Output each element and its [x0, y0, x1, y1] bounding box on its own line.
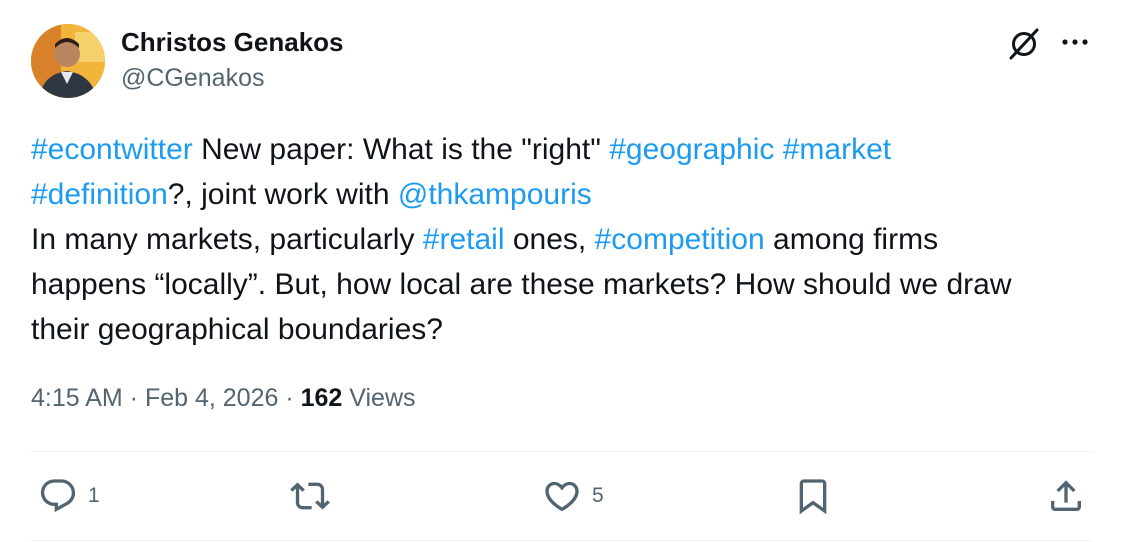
- heart-icon: [545, 481, 579, 512]
- hashtag-geographic[interactable]: #geographic: [609, 133, 774, 166]
- retweet-icon: [290, 482, 330, 510]
- more-icon[interactable]: [1058, 28, 1092, 58]
- hashtag-retail[interactable]: #retail: [423, 223, 505, 256]
- tweet-text-segment: ?, joint work with: [167, 178, 398, 211]
- tweet-text-segment: ones,: [504, 223, 595, 256]
- tweet-meta: 4:15 AM · Feb 4, 2026 · 162 Views: [31, 384, 416, 413]
- hashtag-definition[interactable]: #definition: [31, 178, 168, 211]
- tweet-text-segment: In many markets, particularly: [31, 223, 423, 256]
- tweet-line: their geographical boundaries?: [31, 313, 443, 346]
- bookmark-icon: [799, 479, 827, 515]
- grok-icon[interactable]: [1006, 26, 1042, 62]
- retweet-button[interactable]: [289, 476, 341, 516]
- hashtag-market[interactable]: #market: [783, 133, 891, 166]
- tweet-text-segment: [774, 133, 782, 166]
- views-count: 162: [300, 384, 343, 412]
- like-button[interactable]: 5: [542, 476, 604, 516]
- share-icon: [1051, 480, 1081, 511]
- reply-icon: [40, 479, 76, 513]
- tweet-date[interactable]: Feb 4, 2026: [145, 384, 278, 412]
- tweet-text-segment: New paper: What is the "right": [192, 133, 610, 166]
- tweet-line: happens “locally”. But, how local are th…: [31, 268, 1012, 301]
- display-name[interactable]: Christos Genakos: [121, 27, 344, 58]
- hashtag-competition[interactable]: #competition: [595, 223, 765, 256]
- meta-separator: ·: [278, 384, 301, 412]
- reply-button[interactable]: 1: [38, 476, 100, 516]
- views-label: Views: [342, 384, 416, 412]
- tweet-time[interactable]: 4:15 AM: [31, 384, 123, 412]
- divider: [31, 540, 1093, 541]
- avatar[interactable]: [31, 24, 105, 98]
- tweet-text: #econtwitter New paper: What is the "rig…: [31, 127, 1101, 352]
- tweet-line: In many markets, particularly #retail on…: [31, 217, 1101, 262]
- meta-separator: ·: [122, 384, 145, 412]
- tweet-line: #definition?, joint work with @thkampour…: [31, 172, 1101, 217]
- tweet: Christos Genakos @CGenakos #econtwitter …: [0, 0, 1123, 542]
- tweet-line: #econtwitter New paper: What is the "rig…: [31, 127, 1101, 172]
- like-count: 5: [592, 484, 604, 507]
- user-handle[interactable]: @CGenakos: [121, 64, 265, 93]
- tweet-text-segment: among firms: [764, 223, 939, 256]
- hashtag-econtwitter[interactable]: #econtwitter: [31, 133, 193, 166]
- reply-count: 1: [88, 484, 100, 507]
- mention-thkampouris[interactable]: @thkampouris: [398, 178, 592, 211]
- share-button[interactable]: [1046, 476, 1086, 516]
- bookmark-button[interactable]: [793, 476, 833, 516]
- divider: [31, 451, 1093, 452]
